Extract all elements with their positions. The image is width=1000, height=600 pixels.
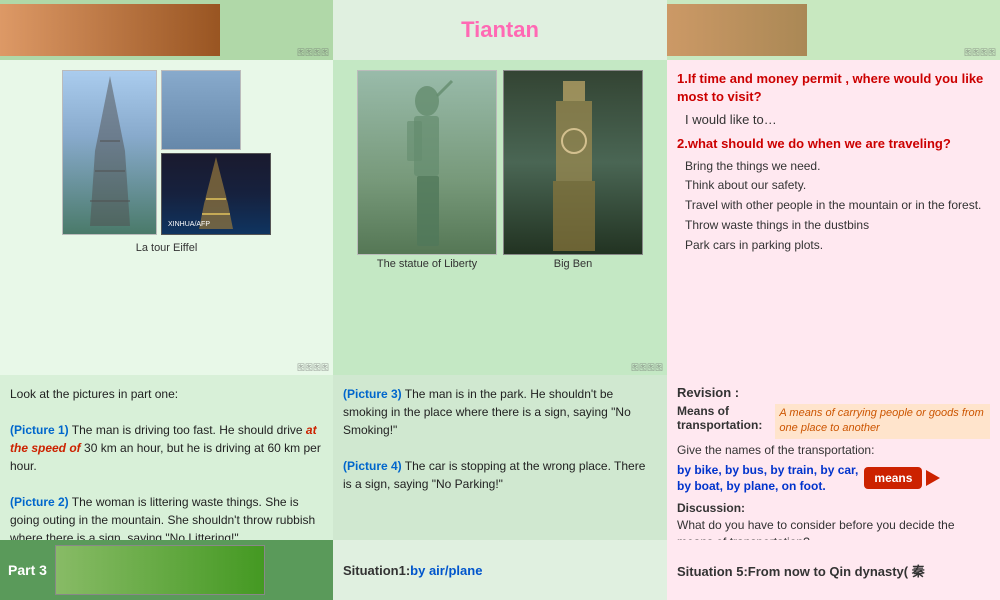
answer-placeholder: I would like to… bbox=[685, 112, 990, 127]
watermark-r1c3: 图图图图 bbox=[964, 47, 996, 58]
row2: XINHUA/AFP La tour Eiffel 图图图图 bbox=[0, 60, 1000, 375]
eiffel-sm1 bbox=[161, 70, 241, 150]
situation1-transport: by air/plane bbox=[410, 563, 482, 578]
situation5-text: Situation 5:From now to Qin dynasty( 秦 bbox=[677, 561, 925, 580]
eiffel-svg bbox=[75, 71, 145, 231]
discussion-question: What do you have to consider before you … bbox=[677, 517, 990, 540]
question-2-text: 2.what should we do when we are travelin… bbox=[677, 135, 990, 153]
row3-col2: (Picture 3) The man is in the park. He s… bbox=[333, 375, 667, 540]
transport-label: Means of transportation: bbox=[677, 404, 771, 432]
means-button[interactable]: means bbox=[864, 467, 922, 489]
row4-col2: Situation1: by air/plane bbox=[333, 540, 667, 600]
row1: 图图图图 Tiantan 图图图图 bbox=[0, 0, 1000, 60]
statue-image bbox=[357, 70, 497, 255]
row2-col2: The statue of Liberty Big Ben bbox=[333, 60, 667, 375]
p2-sign: sign bbox=[99, 531, 121, 540]
row1-col3: 图图图图 bbox=[667, 0, 1000, 60]
tiantan-label: Tiantan bbox=[461, 17, 539, 43]
transport-row: Means of transportation: A means of carr… bbox=[677, 404, 990, 439]
discussion-title: Discussion: bbox=[677, 501, 990, 515]
top-left-image bbox=[0, 4, 220, 56]
give-names: Give the names of the transportation: bbox=[677, 443, 990, 457]
watermark-r2c1: 图图图图 bbox=[297, 362, 329, 373]
row1-col2: Tiantan bbox=[333, 0, 667, 60]
china-map-image bbox=[55, 545, 265, 595]
transport-def: A means of carrying people or goods from… bbox=[775, 404, 990, 439]
bullet-1: Bring the things we need. bbox=[685, 158, 990, 175]
row3-col1: Look at the pictures in part one: (Pictu… bbox=[0, 375, 333, 540]
row3-col2-text: (Picture 3) The man is in the park. He s… bbox=[343, 385, 657, 493]
bullet-5: Park cars in parking plots. bbox=[685, 237, 990, 254]
row1-col1: 图图图图 bbox=[0, 0, 333, 60]
means-arrow-icon bbox=[926, 470, 940, 486]
transport-list-col: by bike, by bus, by train, by car, by bo… bbox=[677, 461, 858, 495]
eiffel-top-row: XINHUA/AFP bbox=[62, 70, 271, 235]
statue-col: The statue of Liberty bbox=[357, 70, 497, 270]
picture-4-label: (Picture 4) bbox=[343, 459, 402, 473]
part3-label: Part 3 bbox=[8, 562, 47, 578]
svg-text:XINHUA/AFP: XINHUA/AFP bbox=[168, 221, 210, 228]
row3: Look at the pictures in part one: (Pictu… bbox=[0, 375, 1000, 540]
row3-col3: Revision : Means of transportation: A me… bbox=[667, 375, 1000, 540]
watermark-r2c2: 图图图图 bbox=[631, 362, 663, 373]
bullet-4: Throw waste things in the dustbins bbox=[685, 217, 990, 234]
page-wrapper: 图图图图 Tiantan 图图图图 bbox=[0, 0, 1000, 600]
row4: Part 3 Situation1: by air/plane Situatio… bbox=[0, 540, 1000, 600]
bigben-svg bbox=[508, 71, 638, 251]
bullet-3: Travel with other people in the mountain… bbox=[685, 197, 990, 214]
row4-col3: Situation 5:From now to Qin dynasty( 秦 bbox=[667, 540, 1000, 600]
row3-col1-text: Look at the pictures in part one: (Pictu… bbox=[10, 385, 323, 540]
transport-list-row: by bike, by bus, by train, by car, by bo… bbox=[677, 461, 990, 495]
eiffel-night-svg: XINHUA/AFP bbox=[166, 154, 266, 232]
picture-1-label: (Picture 1) bbox=[10, 423, 69, 437]
p2-text2: , saying "No Littering!" bbox=[121, 531, 239, 540]
bullet-2: Think about our safety. bbox=[685, 177, 990, 194]
picture-2-label: (Picture 2) bbox=[10, 495, 69, 509]
row4-col1: Part 3 bbox=[0, 540, 333, 600]
eiffel-night: XINHUA/AFP bbox=[161, 153, 271, 235]
top-right-image bbox=[667, 4, 807, 56]
eiffel-small-col: XINHUA/AFP bbox=[161, 70, 271, 235]
situation1-label: Situation1: bbox=[343, 563, 410, 578]
eiffel-day-large bbox=[62, 70, 157, 235]
row2-col1: XINHUA/AFP La tour Eiffel 图图图图 bbox=[0, 60, 333, 375]
watermark-r1c1: 图图图图 bbox=[297, 47, 329, 58]
transport-list2: by boat, by plane, on foot. bbox=[677, 479, 858, 493]
statue-svg bbox=[362, 71, 492, 251]
bigben-caption: Big Ben bbox=[503, 258, 643, 270]
look-heading: Look at the pictures in part one: bbox=[10, 387, 178, 401]
revision-title: Revision : bbox=[677, 385, 990, 400]
row2-col3: 1.If time and money permit , where would… bbox=[667, 60, 1000, 375]
landmark-imgs-row: The statue of Liberty Big Ben bbox=[357, 70, 643, 270]
eiffel-caption: La tour Eiffel bbox=[136, 242, 198, 254]
bigben-col: Big Ben bbox=[503, 70, 643, 270]
bigben-image bbox=[503, 70, 643, 255]
p1-text: The man is driving too fast. He should d… bbox=[69, 423, 306, 437]
transport-list1: by bike, by bus, by train, by car, bbox=[677, 463, 858, 477]
statue-caption: The statue of Liberty bbox=[357, 258, 497, 270]
question-1-text: 1.If time and money permit , where would… bbox=[677, 70, 990, 106]
picture-3-label: (Picture 3) bbox=[343, 387, 402, 401]
